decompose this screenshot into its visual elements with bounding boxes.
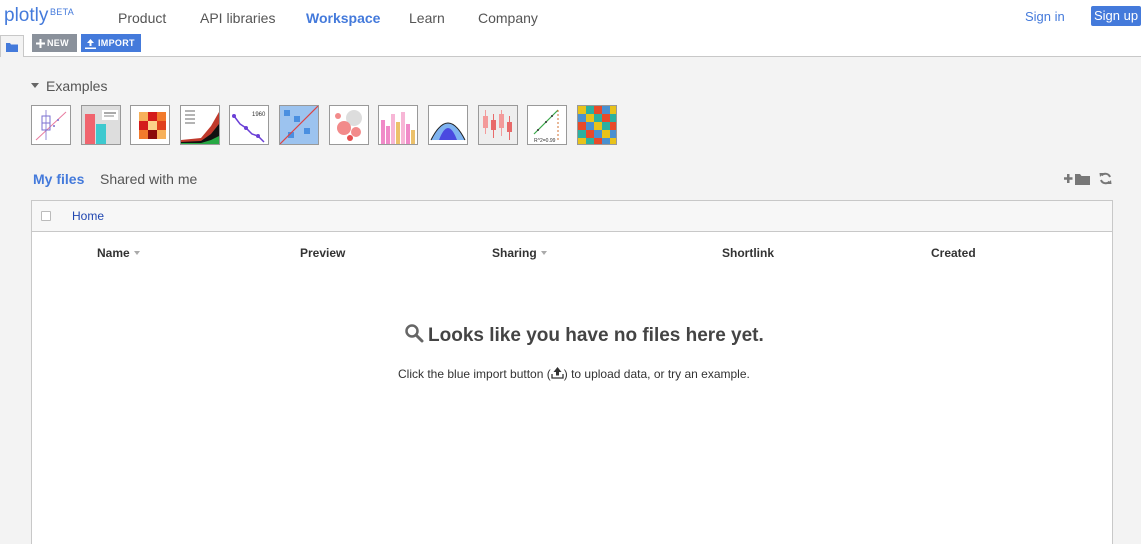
column-shortlink: Shortlink: [722, 246, 775, 260]
nav-product[interactable]: Product: [118, 10, 166, 26]
select-all-checkbox[interactable]: [41, 211, 51, 221]
workspace-toolbar: NEW IMPORT: [0, 33, 1141, 57]
top-nav-bar: plotly BETA Product API libraries Worksp…: [0, 0, 1141, 33]
example-bar-error[interactable]: [81, 105, 121, 145]
bubble-thumbnail-icon: [335, 110, 362, 141]
example-fit-line[interactable]: R^2=0.99: [527, 105, 567, 145]
refresh-icon[interactable]: [1099, 172, 1112, 185]
new-button[interactable]: NEW: [32, 34, 77, 52]
example-distribution[interactable]: [428, 105, 468, 145]
bar-error-thumbnail-icon: [82, 106, 120, 144]
column-name[interactable]: Name: [97, 246, 140, 260]
empty-state-hint: Click the blue import button ( ) to uplo…: [398, 366, 750, 381]
example-color-grid[interactable]: [577, 105, 617, 145]
breadcrumb-bar: Home: [32, 201, 1112, 232]
empty-state-hint-after: ) to upload data, or try an example.: [563, 367, 750, 381]
tab-shared-with-me[interactable]: Shared with me: [100, 171, 197, 187]
stacked-area-thumbnail-icon: [181, 108, 219, 144]
column-preview: Preview: [300, 246, 346, 260]
upload-icon: [551, 366, 564, 379]
color-grid-thumbnail-icon: [578, 106, 616, 144]
examples-toggle[interactable]: Examples: [31, 78, 107, 94]
nav-company[interactable]: Company: [478, 10, 538, 26]
sign-in-link[interactable]: Sign in: [1025, 9, 1065, 24]
nav-learn[interactable]: Learn: [409, 10, 445, 26]
column-created: Created: [931, 246, 976, 260]
sort-caret-icon: [540, 250, 547, 255]
beta-badge: BETA: [50, 7, 75, 17]
import-button-label: IMPORT: [98, 38, 135, 48]
caret-down-icon: [31, 82, 39, 88]
heatmap-thumbnail-icon: [139, 112, 166, 139]
box-candles-thumbnail-icon: [479, 106, 517, 144]
distribution-thumbnail-icon: [430, 122, 466, 141]
upload-icon: [85, 38, 96, 49]
folder-tab[interactable]: [0, 35, 24, 57]
example-box-plot[interactable]: [31, 105, 71, 145]
example-stacked-area[interactable]: [180, 105, 220, 145]
new-folder-icon[interactable]: [1064, 172, 1090, 186]
scatter-matrix-thumbnail-icon: [280, 106, 318, 144]
sort-caret-icon: [133, 250, 140, 255]
plotly-logo[interactable]: plotly: [4, 5, 48, 27]
nav-workspace[interactable]: Workspace: [306, 10, 380, 26]
column-sharing-label: Sharing: [492, 246, 537, 260]
new-button-label: NEW: [47, 38, 69, 48]
example-scatter-line[interactable]: 1960: [229, 105, 269, 145]
example-histogram[interactable]: [378, 105, 418, 145]
breadcrumb-home[interactable]: Home: [72, 209, 104, 223]
annotation-fit: R^2=0.99: [534, 138, 556, 144]
example-box-candles[interactable]: [478, 105, 518, 145]
sign-up-button[interactable]: Sign up: [1091, 6, 1141, 26]
example-bubble[interactable]: [329, 105, 369, 145]
search-icon: [405, 324, 424, 343]
empty-state-title: Looks like you have no files here yet.: [404, 324, 764, 347]
scatter-line-thumbnail-icon: 1960: [232, 112, 266, 143]
plus-icon: [36, 39, 45, 49]
column-name-label: Name: [97, 246, 130, 260]
nav-api-libraries[interactable]: API libraries: [200, 10, 275, 26]
examples-title: Examples: [46, 78, 108, 94]
tab-my-files[interactable]: My files: [33, 171, 84, 187]
folder-icon: [6, 43, 18, 52]
annotation-1960: 1960: [252, 112, 266, 118]
example-heatmap[interactable]: [130, 105, 170, 145]
empty-state-hint-before: Click the blue import button (: [398, 367, 551, 381]
file-browser-panel: Home Name Preview Sharing Shortlink Crea…: [31, 200, 1113, 544]
import-button[interactable]: IMPORT: [81, 34, 141, 52]
example-scatter-matrix[interactable]: [279, 105, 319, 145]
column-sharing[interactable]: Sharing: [492, 246, 547, 260]
box-plot-thumbnail-icon: [35, 110, 67, 141]
histogram-thumbnail-icon: [381, 112, 415, 144]
fit-line-thumbnail-icon: R^2=0.99: [533, 109, 559, 144]
empty-state-title-text: Looks like you have no files here yet.: [428, 325, 764, 346]
